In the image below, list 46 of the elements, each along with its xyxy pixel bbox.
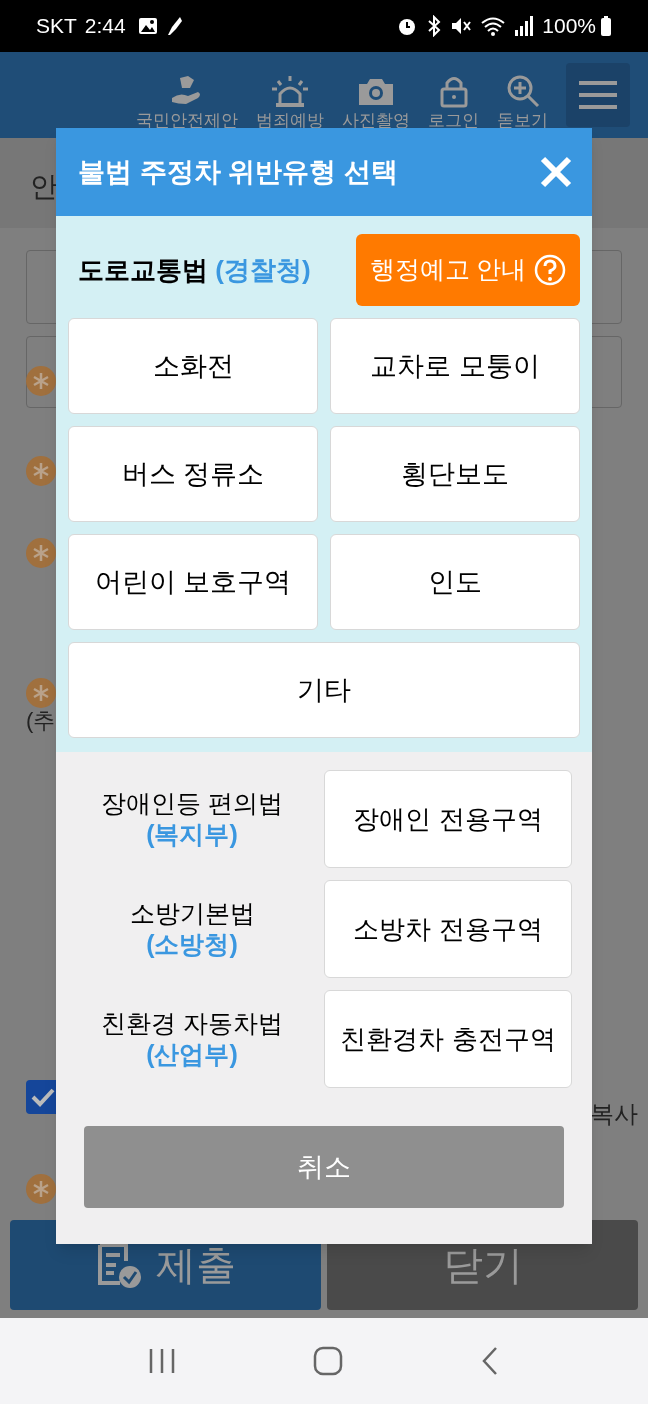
home-icon (313, 1346, 343, 1376)
wifi-icon (480, 15, 507, 37)
violation-option[interactable]: 인도 (330, 534, 580, 630)
violation-option[interactable]: 어린이 보호구역 (68, 534, 318, 630)
violation-option[interactable]: 친환경차 충전구역 (324, 990, 572, 1088)
check-icon (31, 1087, 55, 1107)
help-icon (534, 254, 567, 286)
lock-icon (438, 74, 469, 109)
asterisk-icon (26, 538, 56, 568)
violation-option[interactable]: 교차로 모퉁이 (330, 318, 580, 414)
dialog-title: 불법 주정차 위반유형 선택 (78, 155, 399, 189)
bluetooth-icon (426, 15, 443, 37)
recent-apps-icon (148, 1347, 177, 1375)
asterisk-icon (26, 366, 56, 396)
siren-icon (270, 74, 310, 109)
battery-level: 100% (542, 13, 596, 40)
law-name: 장애인등 편의법 (101, 787, 283, 819)
clock-time: 2:44 (84, 13, 126, 40)
image-icon (137, 17, 158, 35)
battery-icon (600, 15, 612, 37)
page-title: 안 (30, 170, 58, 204)
violation-option[interactable]: 소방차 전용구역 (324, 880, 572, 978)
search-icon (505, 74, 540, 109)
feather-icon (165, 15, 184, 37)
violation-option[interactable]: 횡단보도 (330, 426, 580, 522)
violation-option[interactable]: 버스 정류소 (68, 426, 318, 522)
violation-option[interactable]: 장애인 전용구역 (324, 770, 572, 868)
law-name: 소방기본법 (129, 897, 255, 929)
asterisk-icon (26, 1174, 56, 1204)
asterisk-icon (26, 456, 56, 486)
agency-name: (산업부) (146, 1039, 238, 1070)
carrier-name: SKT (36, 13, 77, 40)
agency-name: (복지부) (146, 819, 238, 850)
law-name: 친환경 자동차법 (101, 1007, 283, 1039)
law-heading: 도로교통법 (경찰청) (78, 253, 311, 287)
close-icon (540, 156, 572, 188)
violation-option[interactable]: 기타 (68, 642, 580, 738)
violation-option[interactable]: 소화전 (68, 318, 318, 414)
note-text: (추 (26, 707, 56, 735)
asterisk-icon (26, 678, 56, 708)
menu-button[interactable] (566, 63, 630, 127)
agency-name: (소방청) (146, 929, 238, 960)
signal-icon (514, 15, 535, 37)
menu-icon (578, 80, 618, 110)
form-check-icon (95, 1241, 144, 1289)
copy-label: 복사 (590, 1099, 638, 1129)
